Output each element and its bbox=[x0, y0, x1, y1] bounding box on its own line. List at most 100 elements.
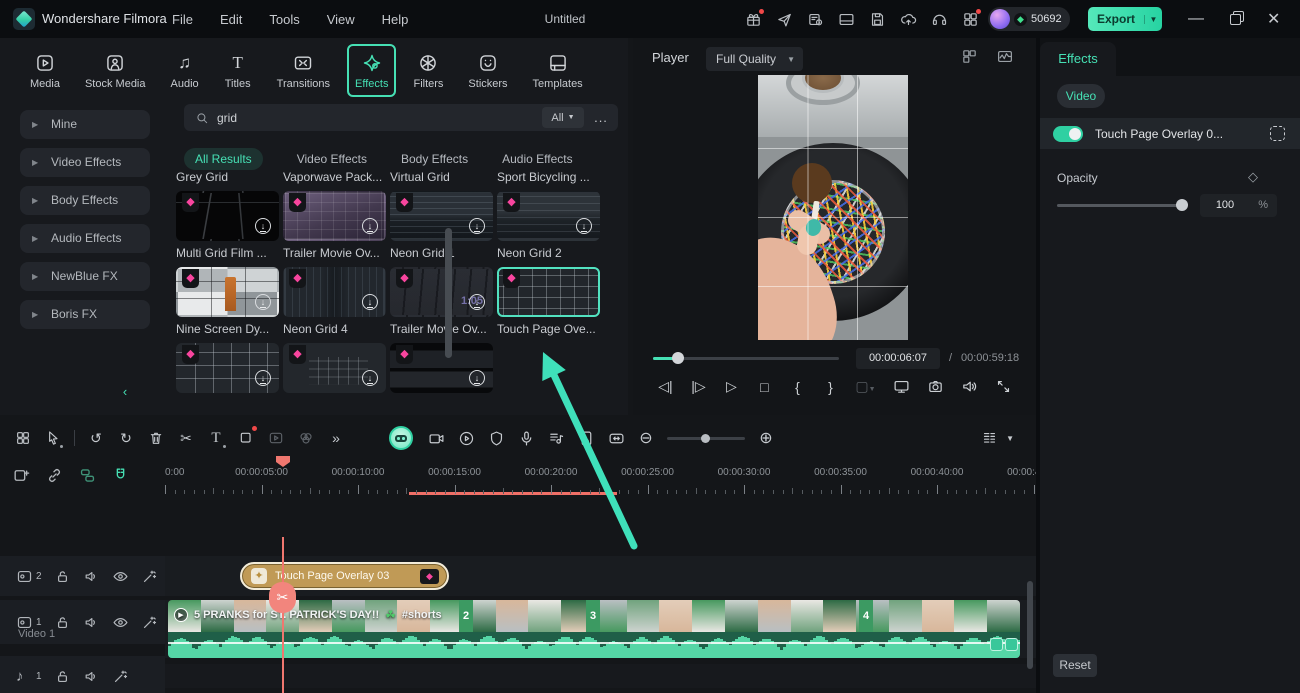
video-clip[interactable]: ▶ 5 PRANKS for ST. PATRICK'S DAY!! ☘ #sh… bbox=[168, 600, 1020, 658]
sidebar-item-video-effects[interactable]: ▶ Video Effects bbox=[20, 148, 150, 177]
save-icon[interactable] bbox=[869, 11, 886, 28]
support-icon[interactable] bbox=[931, 11, 948, 28]
playhead-split-pin[interactable]: ✂ bbox=[269, 582, 296, 613]
panel-layout-icon[interactable] bbox=[838, 11, 855, 28]
tab-media[interactable]: Media bbox=[22, 44, 68, 97]
menu-edit[interactable]: Edit bbox=[220, 12, 242, 27]
tab-filters[interactable]: Filters bbox=[405, 44, 451, 97]
sidebar-item-audio-effects[interactable]: ▶ Audio Effects bbox=[20, 224, 150, 253]
opacity-value-box[interactable]: 100 % bbox=[1200, 194, 1277, 217]
tab-templates[interactable]: Templates bbox=[525, 44, 591, 97]
applied-effect-row[interactable]: Touch Page Overlay 0... bbox=[1040, 118, 1300, 149]
track-manager-icon[interactable] bbox=[981, 430, 998, 447]
play-icon[interactable]: ▷ bbox=[723, 378, 739, 395]
search-input[interactable]: grid bbox=[217, 111, 542, 125]
mark-in-icon[interactable]: { bbox=[789, 379, 805, 395]
minimize-icon[interactable]: — bbox=[1188, 10, 1204, 28]
effect-thumb[interactable]: ◆ ↓ bbox=[283, 343, 386, 393]
result-tab-body-effects[interactable]: Body Effects bbox=[401, 152, 468, 166]
lock-icon[interactable] bbox=[54, 614, 71, 631]
export-button[interactable]: Export ▼ bbox=[1088, 7, 1162, 31]
tab-titles[interactable]: T Titles bbox=[216, 44, 260, 97]
menu-tools[interactable]: Tools bbox=[269, 12, 299, 27]
support-icon[interactable] bbox=[931, 11, 948, 28]
media-layout-icon[interactable] bbox=[8, 427, 38, 449]
tab-stickers[interactable]: Stickers bbox=[460, 44, 515, 97]
zoom-slider-handle[interactable] bbox=[701, 433, 710, 443]
reset-button[interactable]: Reset bbox=[1053, 654, 1097, 677]
magic-icon[interactable] bbox=[141, 614, 158, 631]
tab-effects[interactable]: Effects bbox=[1040, 42, 1116, 76]
add-to-track-icon[interactable] bbox=[12, 466, 31, 485]
split-icon[interactable]: ✂ bbox=[171, 427, 201, 449]
effect-thumb-trailer-movie-ov[interactable]: ◆ 1:05 ↓ bbox=[390, 267, 493, 317]
cloud-upload-icon[interactable] bbox=[900, 11, 917, 28]
zoom-out-icon[interactable]: ⊖ bbox=[631, 427, 661, 449]
device-preview-icon[interactable] bbox=[571, 427, 601, 449]
hide-icon[interactable] bbox=[112, 614, 129, 631]
fit-timeline-icon[interactable] bbox=[601, 427, 631, 449]
color-match-icon[interactable] bbox=[291, 427, 321, 449]
snapshot-icon[interactable] bbox=[927, 378, 944, 395]
version-history-icon[interactable] bbox=[807, 11, 824, 28]
voiceover-icon[interactable] bbox=[511, 427, 541, 449]
scope-icon[interactable] bbox=[996, 48, 1014, 65]
mask-icon[interactable] bbox=[481, 427, 511, 449]
undo-icon[interactable]: ↺ bbox=[81, 427, 111, 449]
previous-frame-icon[interactable]: ◁| bbox=[657, 378, 673, 395]
ai-assistant-icon[interactable] bbox=[389, 426, 413, 450]
maximize-icon[interactable] bbox=[1230, 13, 1241, 25]
speed-icon[interactable] bbox=[261, 427, 291, 449]
effect-thumb[interactable]: ◆ ↓ bbox=[176, 343, 279, 393]
effect-thumb-neon-grid-2[interactable]: ◆ ↓ bbox=[497, 191, 600, 241]
timeline-vertical-scrollbar[interactable] bbox=[1027, 581, 1033, 669]
opacity-value[interactable]: 100 bbox=[1200, 194, 1250, 217]
panel-layout-icon[interactable] bbox=[838, 11, 855, 28]
split-preview-icon[interactable]: ▢▼ bbox=[855, 378, 875, 395]
next-frame-icon[interactable]: |▷ bbox=[690, 378, 706, 395]
search-filter-dropdown[interactable]: All ▼ bbox=[542, 107, 584, 128]
gift-icon[interactable] bbox=[745, 8, 764, 28]
audio-tools-icon[interactable] bbox=[541, 427, 571, 449]
close-icon[interactable]: ✕ bbox=[1267, 9, 1280, 29]
mark-out-icon[interactable]: } bbox=[822, 379, 838, 395]
mirror-display-icon[interactable] bbox=[893, 378, 910, 395]
download-icon[interactable]: ↓ bbox=[255, 218, 271, 234]
download-icon[interactable]: ↓ bbox=[362, 370, 378, 386]
delete-icon[interactable] bbox=[141, 427, 171, 449]
mute-icon[interactable] bbox=[83, 614, 100, 631]
playhead-line[interactable] bbox=[282, 537, 284, 693]
ai-camera-icon[interactable] bbox=[421, 427, 451, 449]
result-tab-all-results[interactable]: All Results bbox=[184, 148, 263, 170]
mute-icon[interactable] bbox=[83, 668, 100, 685]
collapse-sidebar-icon[interactable]: ‹ bbox=[116, 383, 134, 401]
fullscreen-icon[interactable] bbox=[995, 378, 1012, 395]
link-icon[interactable] bbox=[45, 466, 64, 485]
effect-thumb-neon-grid-1[interactable]: ◆ ↓ bbox=[390, 191, 493, 241]
current-timecode[interactable]: 00:00:06:07 bbox=[856, 348, 940, 369]
result-tab-video-effects[interactable]: Video Effects bbox=[297, 152, 367, 166]
avatar[interactable] bbox=[990, 9, 1010, 29]
caret-down-icon[interactable]: ▼ bbox=[1006, 434, 1014, 443]
effect-thumb-nine-screen-dy[interactable]: ◆ ↓ bbox=[176, 267, 279, 317]
lock-icon[interactable] bbox=[54, 568, 71, 585]
record-icon[interactable] bbox=[451, 427, 481, 449]
mute-icon[interactable] bbox=[83, 568, 100, 585]
sidebar-item-boris-fx[interactable]: ▶ Boris FX bbox=[20, 300, 150, 329]
magic-icon[interactable] bbox=[112, 668, 129, 685]
download-icon[interactable]: ↓ bbox=[255, 294, 271, 310]
magic-icon[interactable] bbox=[141, 568, 158, 585]
download-icon[interactable]: ↓ bbox=[469, 218, 485, 234]
menu-help[interactable]: Help bbox=[382, 12, 409, 27]
stop-icon[interactable]: □ bbox=[756, 379, 772, 395]
download-icon[interactable]: ↓ bbox=[469, 370, 485, 386]
volume-icon[interactable] bbox=[961, 378, 978, 395]
section-video-pill[interactable]: Video bbox=[1057, 84, 1105, 108]
send-icon[interactable] bbox=[776, 11, 793, 28]
workspace-icon[interactable] bbox=[962, 8, 981, 28]
send-icon[interactable] bbox=[776, 11, 793, 28]
download-icon[interactable]: ↓ bbox=[255, 370, 271, 386]
tab-effects[interactable]: Effects bbox=[347, 44, 397, 97]
sidebar-item-body-effects[interactable]: ▶ Body Effects bbox=[20, 186, 150, 215]
version-history-icon[interactable] bbox=[807, 11, 824, 28]
